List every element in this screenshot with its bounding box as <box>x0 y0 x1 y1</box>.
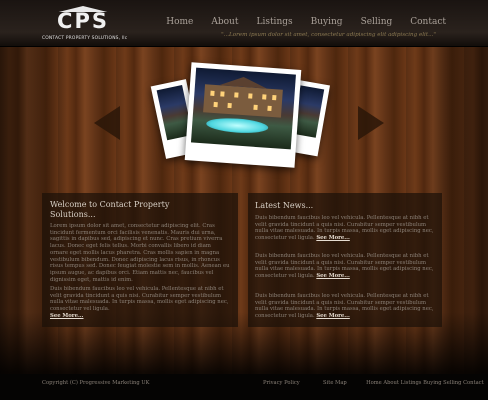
nav-listings[interactable]: Listings <box>256 17 292 27</box>
nav-contact[interactable]: Contact <box>410 17 446 27</box>
footer-privacy-link[interactable]: Privacy Policy <box>263 380 300 386</box>
nav-about[interactable]: About <box>211 17 238 27</box>
footer-nav-links[interactable]: Home About Listings Buying Selling Conta… <box>366 380 484 386</box>
news-see-more-link[interactable]: See More... <box>316 235 350 241</box>
logo-letters: CPS <box>57 9 109 33</box>
footer: Copyright (C) Progressive Marketing UK P… <box>0 374 488 400</box>
news-see-more-link[interactable]: See More... <box>316 313 350 319</box>
header-tagline: "...Lorem ipsum dolor sit amet, consecte… <box>221 32 436 38</box>
header: CPS CONTACT PROPERTY SOLUTIONS, llc Home… <box>0 0 488 47</box>
welcome-see-more-link[interactable]: See More... <box>50 313 84 319</box>
nav-home[interactable]: Home <box>166 17 193 27</box>
welcome-title: Welcome to Contact Property Solutions... <box>50 200 170 219</box>
logo[interactable]: CPS CONTACT PROPERTY SOLUTIONS, llc <box>42 6 128 44</box>
welcome-paragraph: Lorem ipsum dolor sit amet, consectetur … <box>50 223 230 283</box>
footer-sitemap-link[interactable]: Site Map <box>323 380 347 386</box>
news-title: Latest News... <box>255 201 314 210</box>
welcome-paragraph-2: Duis bibendum faucibus leo vel vehicula.… <box>50 286 230 320</box>
footer-links: Privacy Policy Site Map Home About Listi… <box>263 380 484 386</box>
news-panel: Latest News... Duis bibendum faucibus le… <box>248 193 442 327</box>
main-nav: Home About Listings Buying Selling Conta… <box>148 17 446 27</box>
news-item: Duis bibendum faucibus leo vel vehicula.… <box>255 293 435 320</box>
news-item: Duis bibendum faucibus leo vel vehicula.… <box>255 215 435 242</box>
left-arrow-icon[interactable] <box>94 106 120 140</box>
house-image <box>203 84 283 118</box>
welcome-panel: Welcome to Contact Property Solutions...… <box>42 193 238 327</box>
news-see-more-link[interactable]: See More... <box>316 273 350 279</box>
news-item: Duis bibendum faucibus leo vel vehicula.… <box>255 253 435 280</box>
footer-copyright: Copyright (C) Progressive Marketing UK <box>42 380 150 386</box>
logo-tagline: CONTACT PROPERTY SOLUTIONS, llc <box>42 36 128 41</box>
page: CPS CONTACT PROPERTY SOLUTIONS, llc Home… <box>0 0 488 400</box>
pool-image <box>205 116 269 135</box>
nav-selling[interactable]: Selling <box>361 17 393 27</box>
slider-photo-current <box>184 62 302 168</box>
right-arrow-icon[interactable] <box>358 106 384 140</box>
nav-buying[interactable]: Buying <box>311 17 343 27</box>
welcome-paragraph-2-text: Duis bibendum faucibus leo vel vehicula.… <box>50 286 229 313</box>
